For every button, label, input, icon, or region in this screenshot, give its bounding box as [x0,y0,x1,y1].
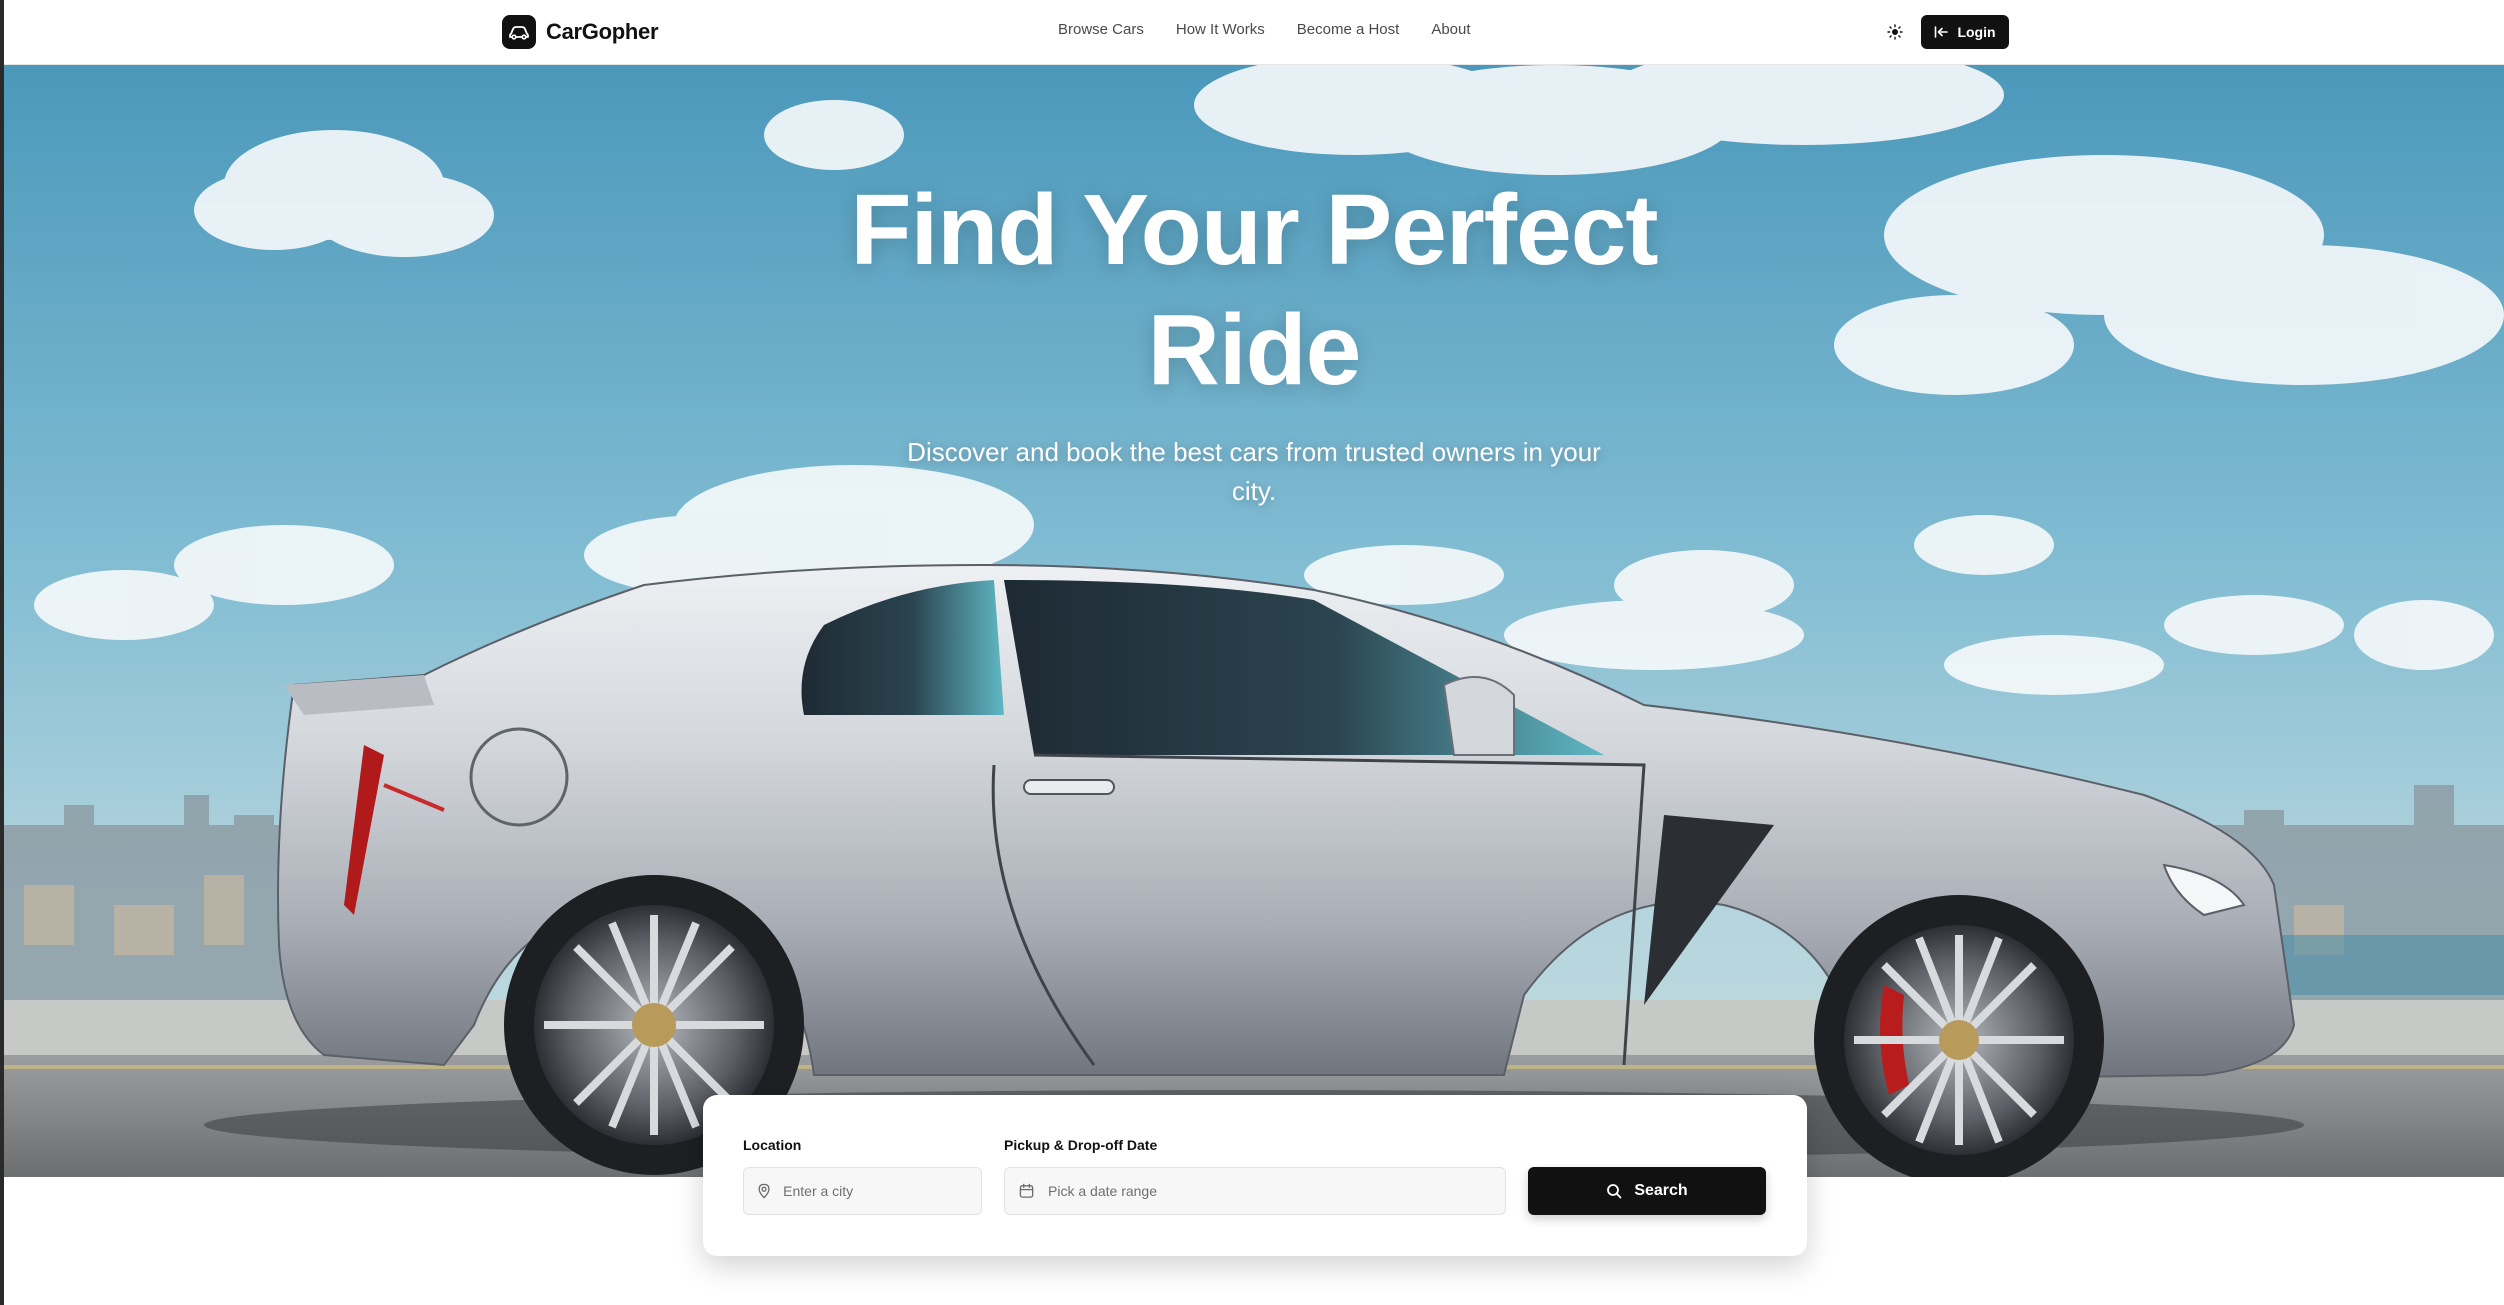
sun-icon [1887,24,1903,40]
date-range-field[interactable] [1004,1167,1506,1215]
login-label: Login [1957,24,1996,40]
calendar-icon [1019,1183,1034,1198]
nav-link-about[interactable]: About [1431,21,1470,38]
location-input[interactable] [783,1183,981,1199]
map-pin-icon [758,1183,770,1199]
main-nav: Browse Cars How It Works Become a Host A… [1058,21,1471,38]
nav-link-become-a-host[interactable]: Become a Host [1297,21,1400,38]
search-icon [1607,1184,1622,1199]
window-edge [0,0,4,1305]
brand[interactable]: CarGopher [502,15,659,49]
hero-title-line-1: Find Your Perfect [850,174,1658,286]
car-icon [502,15,536,49]
location-label: Location [743,1137,802,1153]
date-label: Pickup & Drop-off Date [1004,1137,1158,1153]
location-field[interactable] [743,1167,982,1215]
login-arrow-icon [1935,26,1949,38]
login-button[interactable]: Login [1921,15,2009,49]
hero-title-line-2: Ride [1147,294,1362,406]
nav-link-browse-cars[interactable]: Browse Cars [1058,21,1144,38]
search-card: Location Pickup & Drop-off Date Search [703,1095,1807,1256]
navbar: CarGopher Browse Cars How It Works Becom… [4,0,2504,65]
theme-toggle-button[interactable] [1881,18,1909,46]
hero-title: Find Your Perfect Ride [4,170,2504,410]
date-range-input[interactable] [1048,1183,1505,1199]
brand-name: CarGopher [546,19,659,44]
search-button[interactable]: Search [1528,1167,1766,1215]
hero-subtitle: Discover and book the best cars from tru… [907,437,1601,506]
hero-section: Find Your Perfect Ride Discover and book… [4,65,2504,1177]
nav-link-how-it-works[interactable]: How It Works [1176,21,1265,38]
search-button-label: Search [1634,1182,1688,1199]
